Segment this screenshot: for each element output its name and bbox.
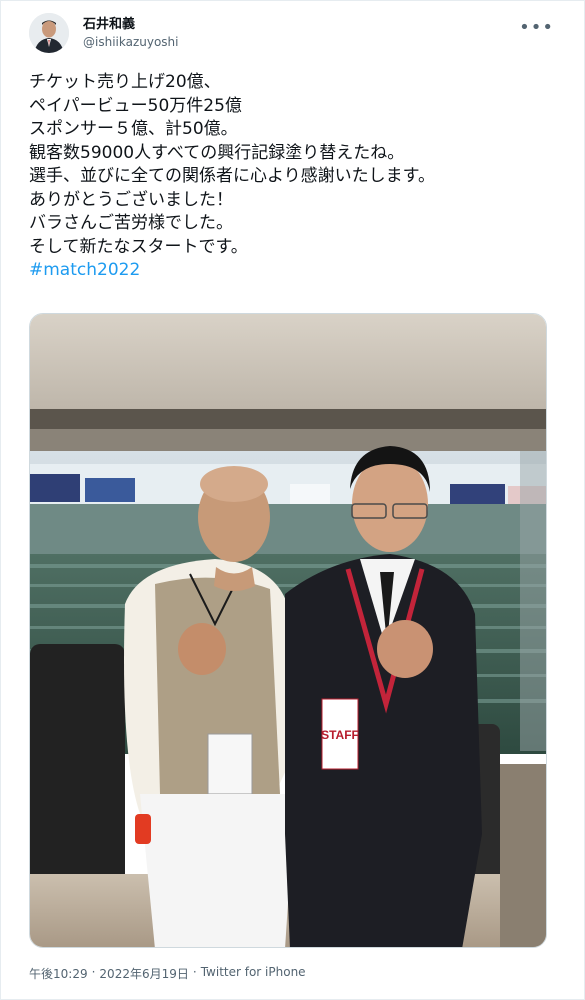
tweet-line: 選手、並びに全ての関係者に心より感謝いたします。 [29,166,435,186]
tweet-line: バラさんご苦労様でした。 [29,213,233,233]
tweet-line: ありがとうございました！ [29,189,233,210]
tweet-footer: 午後10:29 · 2022年6月19日 · Twitter for iPhon… [29,965,306,982]
display-name[interactable]: 石井和義 [83,16,179,34]
tweet-header: 石井和義 @ishiikazuyoshi ••• [29,11,560,55]
tweet-line: スポンサー５億、計50億。 [29,119,238,139]
tweet-line: 観客数59000人すべての興行記録塗り替えたね。 [29,142,405,163]
footer-separator: · [192,965,197,979]
tweet-line: ペイパービュー50万件25億 [29,95,242,116]
user-handle[interactable]: @ishiikazuyoshi [83,34,179,50]
hashtag-link[interactable]: #match2022 [29,259,559,283]
tweet-time[interactable]: 午後10:29 [29,965,88,982]
tweet-card: 石井和義 @ishiikazuyoshi ••• チケット売り上げ20億、 ペイ… [0,0,585,1000]
staff-badge-text: STAFF [321,728,359,742]
tweet-photo[interactable]: STAFF [29,313,547,948]
tweet-text: チケット売り上げ20億、 ペイパービュー50万件25億 スポンサー５億、計50億… [29,71,559,283]
tweet-source[interactable]: Twitter for iPhone [201,965,306,982]
user-names: 石井和義 @ishiikazuyoshi [83,16,179,50]
tweet-line: そして新たなスタートです。 [29,236,248,257]
footer-separator: · [91,965,96,979]
tweet-date[interactable]: 2022年6月19日 [99,965,188,982]
person-avatar-icon[interactable] [29,13,69,53]
more-options-icon[interactable]: ••• [519,17,554,38]
tweet-line: チケット売り上げ20億、 [29,72,221,92]
